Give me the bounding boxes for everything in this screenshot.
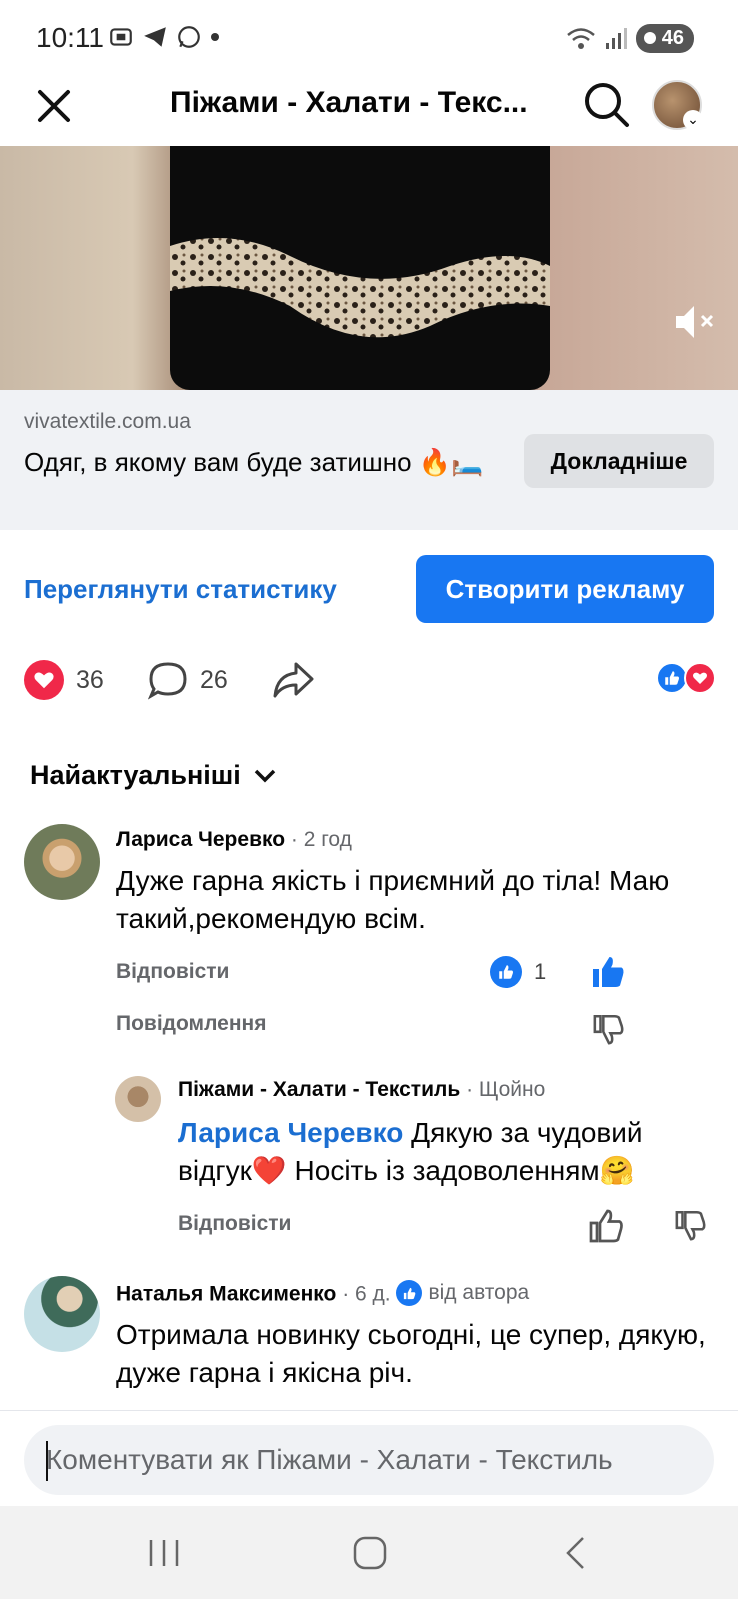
recent-apps-button[interactable]: [136, 1528, 192, 1578]
ad-video[interactable]: [0, 146, 738, 390]
like-icon: [396, 1280, 423, 1306]
notification-icons: [108, 24, 220, 50]
status-time: 10:11: [36, 22, 104, 53]
dislike-icon[interactable]: [592, 1012, 626, 1046]
comment-input[interactable]: [24, 1425, 714, 1495]
chevron-down-icon: [254, 769, 276, 782]
avatar[interactable]: [24, 824, 100, 900]
screenshot-icon: [110, 28, 132, 46]
comment-count: 26: [200, 665, 228, 694]
back-icon: [566, 1537, 584, 1569]
create-ad-button[interactable]: Створити рекламу: [416, 555, 714, 623]
recent-apps-icon: [149, 1540, 179, 1566]
author-name[interactable]: Лариса Черевко: [116, 828, 285, 851]
whatsapp-icon: [178, 26, 200, 48]
comment-sort-dropdown[interactable]: Найактуальніші: [30, 760, 279, 791]
wifi-icon: [566, 27, 595, 49]
comment-icon: [148, 662, 187, 700]
like-icon[interactable]: [590, 954, 626, 990]
reaction-summary[interactable]: [656, 662, 716, 694]
like-count-value: 1: [534, 959, 547, 984]
share-button[interactable]: [272, 660, 314, 700]
dislike-icon[interactable]: [674, 1208, 708, 1242]
reply-button[interactable]: Відповісти: [178, 1212, 291, 1236]
author-name[interactable]: Наталья Максименко: [116, 1283, 336, 1306]
comment-time: · 6 д.: [342, 1282, 391, 1306]
sort-label: Найактуальніші: [30, 760, 241, 790]
close-icon[interactable]: [30, 82, 78, 130]
ad-link-card[interactable]: vivatextile.com.ua Одяг, в якому вам буд…: [0, 390, 738, 530]
avatar[interactable]: [115, 1076, 161, 1122]
comment-text: Дуже гарна якість і приємний до тіла! Ма…: [116, 865, 670, 934]
battery-indicator: 46: [635, 24, 694, 53]
comment-text: Лариса Черевко Дякую за чудовий відгук❤️…: [178, 1114, 708, 1190]
status-bar: 10:11 46: [0, 0, 738, 80]
comment-text: Отримала новинку сьогодні, це супер, дяк…: [116, 1319, 706, 1388]
author-badge: від автора: [396, 1280, 529, 1306]
telegram-icon: [144, 27, 166, 47]
search-icon[interactable]: [582, 80, 632, 130]
top-bar: Піжами - Халати - Текс... ⌄: [0, 80, 738, 146]
home-button[interactable]: [342, 1528, 398, 1578]
share-icon: [273, 662, 314, 698]
comment-time: · Щойно: [466, 1078, 546, 1101]
dot-icon: [211, 33, 219, 41]
back-button[interactable]: [548, 1528, 604, 1578]
system-nav-bar: [0, 1506, 738, 1599]
comment-author[interactable]: Наталья Максименко · 6 д. від автора: [116, 1280, 529, 1307]
comment-author[interactable]: Піжами - Халати - Текстиль · Щойно: [178, 1078, 545, 1102]
video-frame-pattern: [170, 238, 550, 338]
reaction-count: 36: [76, 665, 104, 694]
system-icons: 46: [566, 24, 694, 53]
like-icon[interactable]: [588, 1208, 624, 1244]
badge-label: від автора: [428, 1281, 530, 1304]
home-icon: [353, 1536, 387, 1570]
author-name[interactable]: Піжами - Халати - Текстиль: [178, 1078, 460, 1101]
love-reaction-button[interactable]: 36: [24, 660, 104, 700]
ad-headline: Одяг, в якому вам буде затишно 🔥🛏️: [24, 447, 484, 477]
heart-icon: [684, 662, 716, 694]
ad-domain: vivatextile.com.ua: [24, 410, 191, 433]
mute-icon[interactable]: [670, 298, 718, 346]
comment-button[interactable]: 26: [148, 660, 228, 700]
mention-link[interactable]: Лариса Черевко: [178, 1117, 403, 1148]
learn-more-button[interactable]: Докладніше: [524, 434, 714, 488]
comment-time: · 2 год: [290, 828, 352, 851]
message-button[interactable]: Повідомлення: [116, 1012, 266, 1036]
view-stats-link[interactable]: Переглянути статистику: [24, 574, 337, 605]
reply-button[interactable]: Відповісти: [116, 960, 229, 984]
signal-icon: [605, 27, 627, 49]
page-title: Піжами - Халати - Текс...: [170, 86, 528, 119]
text-caret: [46, 1441, 48, 1481]
comment-author[interactable]: Лариса Черевко · 2 год: [116, 828, 352, 852]
comment-composer: [0, 1410, 738, 1506]
comment-like-count[interactable]: 1: [490, 956, 546, 988]
chevron-down-icon[interactable]: ⌄: [683, 110, 703, 130]
like-icon: [490, 956, 522, 988]
reactions-row: 36 26: [0, 656, 738, 706]
avatar[interactable]: [24, 1276, 100, 1352]
heart-icon: [24, 660, 64, 700]
